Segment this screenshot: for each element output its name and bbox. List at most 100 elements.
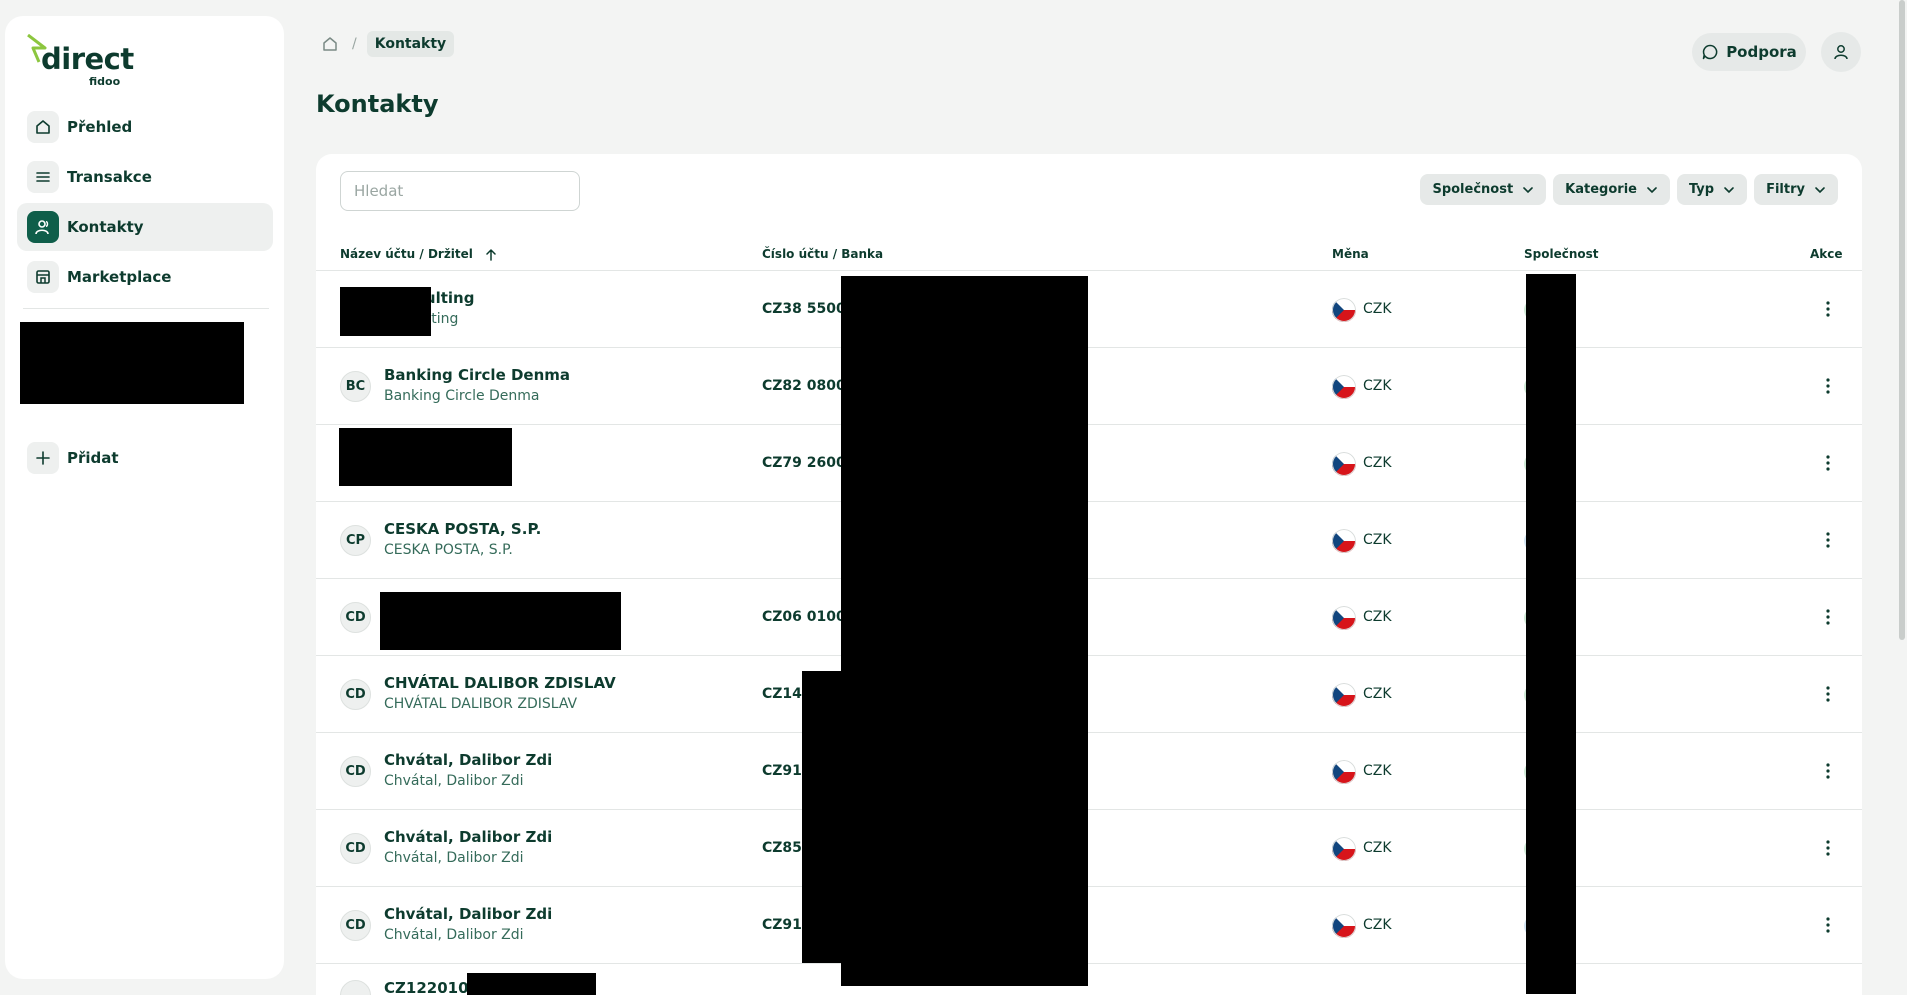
filter-type-dropdown[interactable]: Typ xyxy=(1676,174,1748,205)
sidebar-item-prehled[interactable]: Přehled xyxy=(17,103,273,151)
account-name: Banking Circle Denma xyxy=(384,366,571,384)
column-header-label: Název účtu / Držitel xyxy=(340,247,473,261)
currency-code: CZK xyxy=(1363,301,1392,317)
filter-label: Typ xyxy=(1688,182,1715,197)
breadcrumb-current[interactable]: Kontakty xyxy=(366,31,455,57)
more-actions-icon[interactable] xyxy=(1818,836,1838,860)
account-number: CZ14 xyxy=(762,686,802,702)
czech-flag-icon xyxy=(1332,606,1356,630)
column-header-actions: Akce xyxy=(1810,247,1843,261)
currency-code: CZK xyxy=(1363,686,1392,702)
contacts-icon xyxy=(27,211,59,243)
more-actions-icon[interactable] xyxy=(1818,528,1838,552)
support-button[interactable]: Podpora xyxy=(1692,33,1806,71)
more-actions-icon[interactable] xyxy=(1818,605,1838,629)
avatar: CD xyxy=(340,910,371,941)
table-row[interactable]: CD Chvátal, Dalibor Zdi Chvátal, Dalibor Z… xyxy=(316,887,1862,964)
filter-label: Kategorie xyxy=(1565,182,1637,197)
plus-icon xyxy=(27,442,59,474)
account-name: Chvátal, Dalibor Zdi xyxy=(384,828,553,846)
more-actions-icon[interactable] xyxy=(1818,759,1838,783)
home-icon[interactable] xyxy=(318,32,342,56)
account-name: CHVÁTAL DALIBOR ZDISLAV xyxy=(384,674,616,692)
table-row[interactable]: OUOUCZ79 2600CZK xyxy=(316,425,1862,502)
avatar xyxy=(340,980,371,995)
sidebar-item-marketplace[interactable]: Marketplace xyxy=(17,253,273,301)
table-row[interactable]: CD CHVÁTAL DALIBOR ZDISLAV CHVÁTAL DALIBOR… xyxy=(316,656,1862,733)
support-label: Podpora xyxy=(1726,43,1797,61)
page-title: Kontakty xyxy=(316,90,439,118)
column-header-company: Společnost xyxy=(1524,247,1599,261)
sidebar-item-kontakty[interactable]: Kontakty xyxy=(17,203,273,251)
account-name: Chvátal, Dalibor Zdi xyxy=(384,905,553,923)
redacted-block xyxy=(802,671,842,963)
account-number: CZ91 xyxy=(762,763,802,779)
filter-label: Společnost xyxy=(1432,182,1514,197)
fidoo-direct-logo[interactable]: direct fidoo xyxy=(27,34,134,88)
sidebar-item-label: Přehled xyxy=(67,118,133,136)
avatar: CD xyxy=(340,602,371,633)
sort-arrow-up-icon[interactable] xyxy=(485,248,497,262)
filter-category-dropdown[interactable]: Kategorie xyxy=(1553,174,1670,205)
currency-code: CZK xyxy=(1363,840,1392,856)
redacted-block xyxy=(1526,274,1576,994)
logo-text: direct xyxy=(41,42,134,76)
search-input[interactable] xyxy=(340,171,580,211)
more-actions-icon[interactable] xyxy=(1818,682,1838,706)
account-holder: Chvátal, Dalibor Zdi xyxy=(384,773,524,789)
table-row[interactable]: CD Chvátal, Dalibor Zdi Chvátal, Dalibor Z… xyxy=(316,733,1862,810)
table-row[interactable]: BC Banking Circle Denma Banking Circle Den… xyxy=(316,348,1862,425)
sidebar-item-label: Marketplace xyxy=(67,268,172,286)
account-number: CZ82 0800 xyxy=(762,378,846,394)
filter-more-dropdown[interactable]: Filtry xyxy=(1754,174,1838,205)
account-number: CZ79 2600 xyxy=(762,455,846,471)
column-header-currency: Měna xyxy=(1332,247,1369,261)
account-number: CZ91 xyxy=(762,917,802,933)
czech-flag-icon xyxy=(1332,683,1356,707)
more-actions-icon[interactable] xyxy=(1818,451,1838,475)
breadcrumb-separator: / xyxy=(352,36,357,52)
sidebar-divider xyxy=(23,308,269,309)
account-number: CZ85 xyxy=(762,840,802,856)
account-number: CZ38 5500 xyxy=(762,301,846,317)
table-row[interactable]: CD Chvátal, Dalibor Zdi Chvátal, Dalibor Z… xyxy=(316,810,1862,887)
more-actions-icon[interactable] xyxy=(1818,913,1838,937)
store-icon xyxy=(27,261,59,293)
contacts-panel: Společnost Kategorie Typ Filtry Název úč… xyxy=(316,154,1862,995)
account-holder: Chvátal, Dalibor Zdi xyxy=(384,927,524,943)
table-header: Název účtu / Držitel Číslo účtu / Banka … xyxy=(316,236,1862,272)
column-header-account: Číslo účtu / Banka xyxy=(762,247,884,261)
chevron-down-icon xyxy=(1815,186,1825,193)
home-icon xyxy=(27,111,59,143)
avatar: CP xyxy=(340,525,371,556)
add-button[interactable]: Přidat xyxy=(27,442,119,474)
avatar: CD xyxy=(340,833,371,864)
filter-label: Filtry xyxy=(1766,182,1805,197)
redacted-block xyxy=(841,276,1088,986)
profile-button[interactable] xyxy=(1821,32,1861,72)
scrollbar-thumb[interactable] xyxy=(1899,0,1905,640)
currency-code: CZK xyxy=(1363,917,1392,933)
filter-bar: Společnost Kategorie Typ Filtry xyxy=(1413,174,1838,205)
account-holder: Chvátal, Dalibor Zdi xyxy=(384,850,524,866)
sidebar-item-label: Transakce xyxy=(67,168,152,186)
page-scrollbar[interactable] xyxy=(1897,0,1907,995)
redacted-block xyxy=(339,428,512,486)
column-header-name[interactable]: Název účtu / Držitel xyxy=(340,247,497,262)
avatar: CD xyxy=(340,679,371,710)
table-row[interactable]: ConsultingConsultingCZ38 5500CZK xyxy=(316,271,1862,348)
czech-flag-icon xyxy=(1332,375,1356,399)
filter-company-dropdown[interactable]: Společnost xyxy=(1420,174,1547,205)
sidebar-item-transakce[interactable]: Transakce xyxy=(17,153,273,201)
logo-subtext: fidoo xyxy=(89,75,121,88)
redacted-block xyxy=(340,287,431,336)
add-label: Přidat xyxy=(67,449,119,467)
more-actions-icon[interactable] xyxy=(1818,297,1838,321)
currency-code: CZK xyxy=(1363,763,1392,779)
table-row[interactable]: CP CESKA POSTA, S.P. CESKA POSTA, S.P. CZK xyxy=(316,502,1862,579)
menu-lines-icon xyxy=(27,161,59,193)
chevron-down-icon xyxy=(1724,186,1734,193)
redacted-block xyxy=(467,973,596,995)
czech-flag-icon xyxy=(1332,760,1356,784)
more-actions-icon[interactable] xyxy=(1818,374,1838,398)
